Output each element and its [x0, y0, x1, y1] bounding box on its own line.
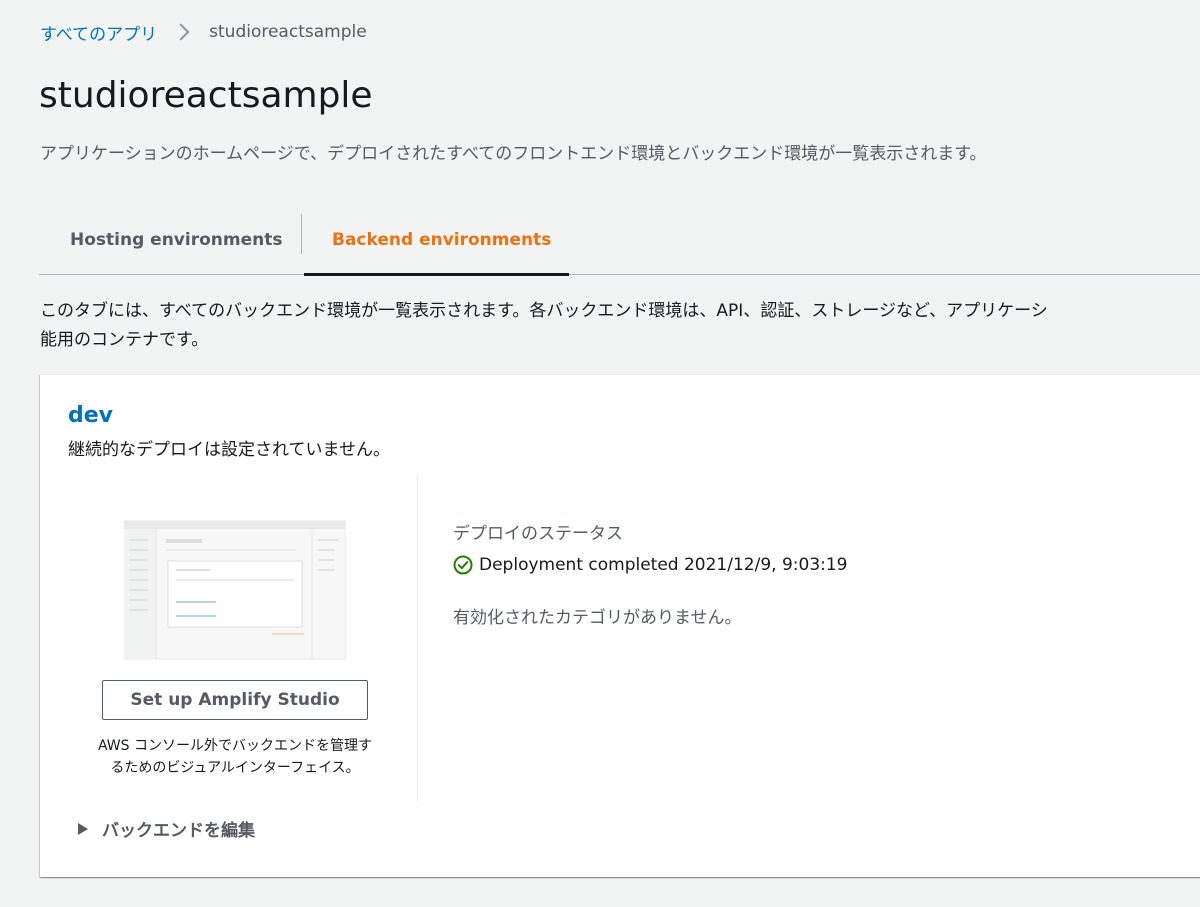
deploy-status: Deployment completed 2021/12/9, 9:03:19 — [453, 555, 848, 575]
edit-backend-label: バックエンドを編集 — [102, 821, 255, 841]
page-title: studioreactsample — [39, 75, 373, 116]
environment-tabs: Hosting environments Backend environment… — [39, 206, 1200, 276]
setup-amplify-studio-button[interactable]: Set up Amplify Studio — [102, 680, 368, 720]
breadcrumb-all-apps-link[interactable]: すべてのアプリ — [40, 20, 157, 45]
caret-right-icon — [78, 822, 88, 835]
tab-description-line-2: 能用のコンテナです。 — [40, 330, 209, 350]
page: すべてのアプリ studioreactsample studioreactsam… — [0, 0, 1200, 907]
check-circle-icon — [453, 555, 473, 575]
setup-description-line-2: るためのビジュアルインターフェイス。 — [110, 760, 360, 776]
no-categories-message: 有効化されたカテゴリがありません。 — [453, 608, 742, 628]
setup-description-line-1: AWS コンソール外でバックエンドを管理す — [98, 738, 372, 754]
tab-hosting-environments[interactable]: Hosting environments — [70, 206, 282, 274]
active-tab-indicator — [304, 273, 569, 276]
environment-name-link[interactable]: dev — [68, 403, 113, 428]
tab-description-line-1: このタブには、すべてのバックエンド環境が一覧表示されます。各バックエンド環境は、… — [40, 301, 1048, 321]
breadcrumb: すべてのアプリ studioreactsample — [40, 20, 367, 45]
edit-backend-expander[interactable]: バックエンドを編集 — [78, 816, 255, 841]
environment-subtitle: 継続的なデプロイは設定されていません。 — [68, 440, 390, 460]
deploy-status-label: デプロイのステータス — [453, 524, 623, 544]
tab-divider — [301, 214, 302, 254]
setup-amplify-studio-description: AWS コンソール外でバックエンドを管理す るためのビジュアルインターフェイス。 — [68, 735, 402, 779]
breadcrumb-current: studioreactsample — [209, 22, 367, 42]
page-description: アプリケーションのホームページで、デプロイされたすべてのフロントエンド環境とバッ… — [40, 144, 987, 164]
chevron-right-icon — [172, 23, 190, 41]
tab-backend-environments[interactable]: Backend environments — [332, 206, 551, 274]
backend-environment-card: dev 継続的なデプロイは設定されていません。 Set up Amplify S… — [40, 374, 1200, 877]
deploy-status-text: Deployment completed 2021/12/9, 9:03:19 — [479, 555, 848, 575]
column-divider — [417, 475, 418, 801]
tab-description: このタブには、すべてのバックエンド環境が一覧表示されます。各バックエンド環境は、… — [40, 297, 1200, 355]
amplify-studio-illustration — [124, 520, 346, 660]
